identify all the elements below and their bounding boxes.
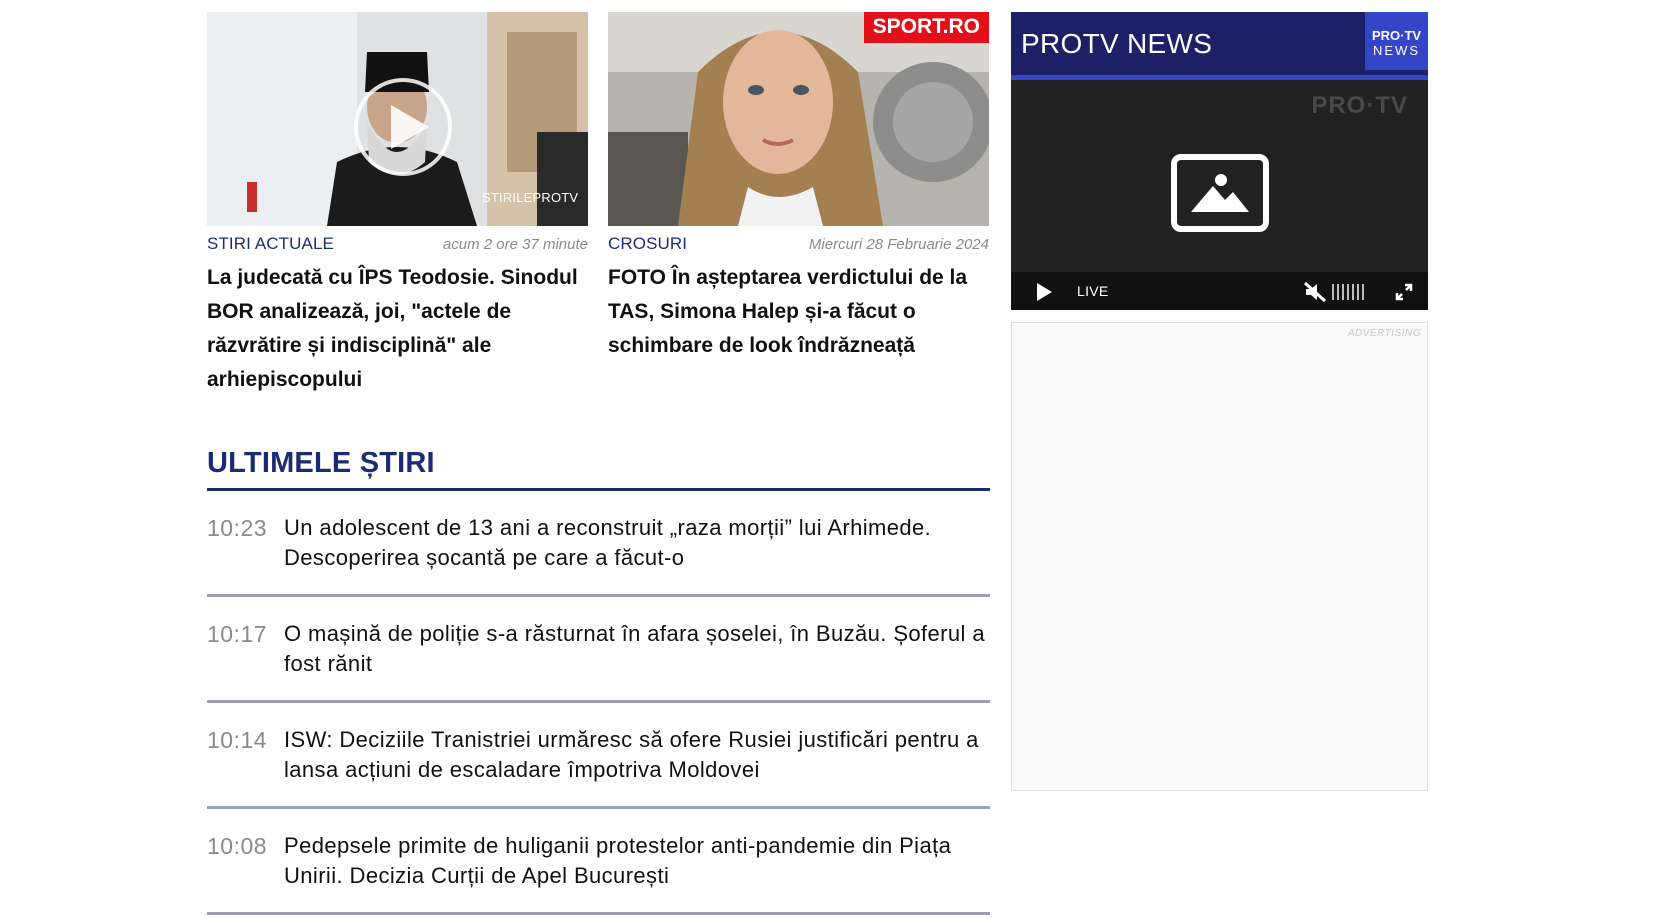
card-meta: CROSURI Miercuri 28 Februarie 2024 xyxy=(608,234,989,254)
main-column: STIRILEPROTV STIRI ACTUALE acum 2 ore 37… xyxy=(207,12,990,915)
card-category[interactable]: STIRI ACTUALE xyxy=(207,234,334,254)
image-placeholder-icon xyxy=(1171,154,1269,232)
card-headline[interactable]: La judecată cu ÎPS Teodosie. Sinodul BOR… xyxy=(207,261,588,397)
thumbnail-watermark: STIRILEPROTV xyxy=(482,190,579,205)
news-time: 10:08 xyxy=(207,833,268,859)
news-time: 10:14 xyxy=(207,727,268,753)
news-headline[interactable]: O mașină de poliție s-a răsturnat în afa… xyxy=(284,619,990,679)
live-label: LIVE xyxy=(1077,283,1109,299)
card-time: acum 2 ore 37 minute xyxy=(442,236,588,253)
sport-ro-badge: SPORT.RO xyxy=(863,12,989,43)
news-item[interactable]: 10:08 Pedepsele primite de huliganii pro… xyxy=(207,809,990,915)
player-title: PROTV NEWS xyxy=(1021,28,1213,59)
advertising-slot[interactable]: ADVERTISING xyxy=(1011,322,1428,791)
news-item[interactable]: 10:23 Un adolescent de 13 ani a reconstr… xyxy=(207,491,990,597)
player-watermark: PRO·TV xyxy=(1311,92,1408,119)
news-time: 10:17 xyxy=(207,621,268,647)
news-headline[interactable]: Pedepsele primite de huliganii protestel… xyxy=(284,831,990,891)
logo-line-1: PRO·TV xyxy=(1371,28,1422,43)
card-thumbnail[interactable]: SPORT.RO xyxy=(608,12,989,226)
player-accent-strip xyxy=(1011,75,1428,80)
fullscreen-icon[interactable] xyxy=(1395,283,1413,301)
player-header: PROTV NEWS PRO·TV NEWS xyxy=(1011,12,1428,75)
mute-icon[interactable] xyxy=(1303,281,1329,303)
logo-line-2: NEWS xyxy=(1373,43,1420,58)
featured-cards: STIRILEPROTV STIRI ACTUALE acum 2 ore 37… xyxy=(207,12,990,397)
card-category[interactable]: CROSURI xyxy=(608,234,687,254)
volume-slider[interactable] xyxy=(1331,282,1367,302)
protv-news-logo: PRO·TV NEWS xyxy=(1365,12,1428,70)
news-item[interactable]: 10:14 ISW: Deciziile Tranistriei urmăres… xyxy=(207,703,990,809)
card-meta: STIRI ACTUALE acum 2 ore 37 minute xyxy=(207,234,588,254)
play-icon[interactable] xyxy=(354,78,452,176)
latest-news-list: 10:23 Un adolescent de 13 ani a reconstr… xyxy=(207,491,990,915)
photo-thumbnail-image xyxy=(608,12,989,226)
card-thumbnail[interactable]: STIRILEPROTV xyxy=(207,12,588,226)
card-time: Miercuri 28 Februarie 2024 xyxy=(808,236,989,253)
card-headline[interactable]: FOTO În așteptarea verdictului de la TAS… xyxy=(608,261,989,363)
featured-card-1: STIRILEPROTV STIRI ACTUALE acum 2 ore 37… xyxy=(207,12,588,397)
news-item[interactable]: 10:17 O mașină de poliție s-a răsturnat … xyxy=(207,597,990,703)
player-controls: LIVE xyxy=(1011,272,1428,310)
latest-news-title[interactable]: ULTIMELE ȘTIRI xyxy=(207,447,990,491)
featured-card-2: SPORT.RO CROSURI Miercuri 28 Februarie 2… xyxy=(608,12,989,397)
sidebar: PROTV NEWS PRO·TV NEWS PRO·TV LIVE ADVER… xyxy=(1011,12,1428,791)
play-button-icon[interactable] xyxy=(1035,282,1053,302)
news-headline[interactable]: ISW: Deciziile Tranistriei urmăresc să o… xyxy=(284,725,990,785)
news-time: 10:23 xyxy=(207,515,268,541)
picture-icon xyxy=(1191,174,1249,212)
live-video-player[interactable]: PROTV NEWS PRO·TV NEWS PRO·TV LIVE xyxy=(1011,12,1428,310)
news-headline[interactable]: Un adolescent de 13 ani a reconstruit „r… xyxy=(284,513,990,573)
advertising-label: ADVERTISING xyxy=(1347,328,1421,339)
